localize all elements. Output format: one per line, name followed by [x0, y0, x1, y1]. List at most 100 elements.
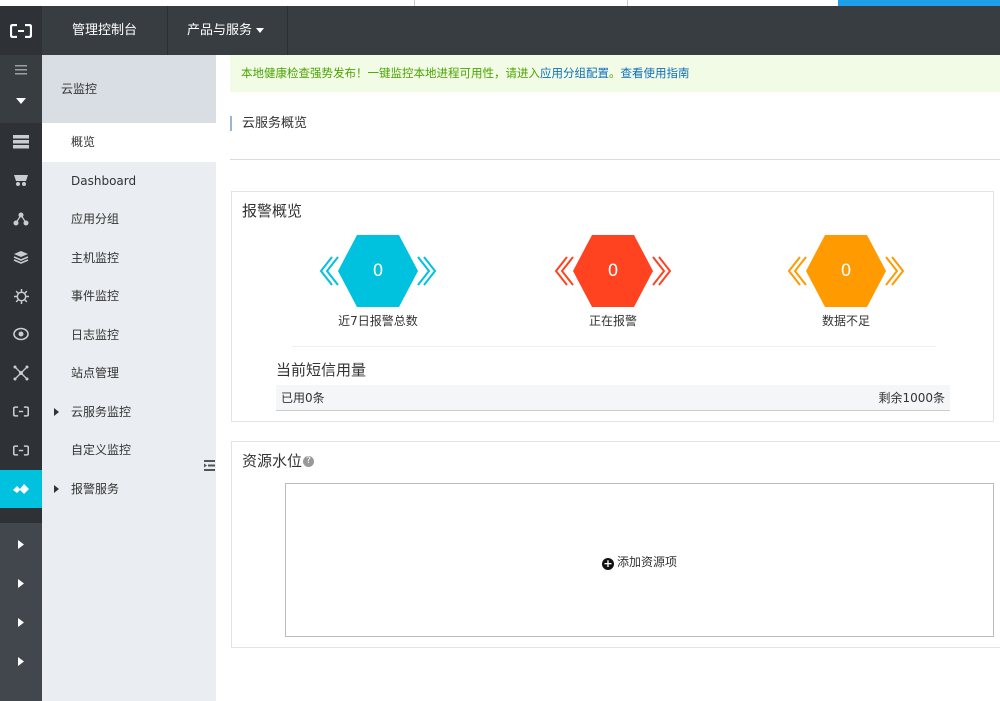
- rail-database-button[interactable]: [0, 161, 42, 199]
- app-group-config-link[interactable]: 应用分组配置: [540, 66, 609, 80]
- notice-separator: 。: [609, 66, 621, 80]
- rail-network-button[interactable]: [0, 200, 42, 238]
- network-icon: [13, 212, 29, 226]
- products-services-menu[interactable]: 产品与服务: [168, 6, 288, 55]
- cloud-monitor-icon: [13, 484, 29, 494]
- usage-guide-link[interactable]: 查看使用指南: [621, 66, 690, 80]
- resource-level-panel: 资源水位? + 添加资源项: [231, 441, 1000, 648]
- rail-storage-button[interactable]: [0, 238, 42, 276]
- submenu-title: 云监控: [42, 55, 216, 123]
- stat-alarms-7days[interactable]: 0 近7日报警总数: [318, 235, 438, 329]
- chevron-down-icon: [256, 28, 265, 33]
- add-resource-button[interactable]: + 添加资源项: [602, 553, 677, 570]
- submenu-item-label: 云服务监控: [71, 404, 132, 419]
- console-home-label: 管理控制台: [71, 23, 137, 38]
- submenu-item-label: 自定义监控: [71, 443, 132, 457]
- rail-cloudmonitor-button[interactable]: [0, 470, 42, 508]
- alarm-overview-title: 报警概览: [242, 202, 303, 220]
- stat-label: 近7日报警总数: [338, 314, 418, 328]
- resource-level-title-text: 资源水位: [242, 452, 303, 470]
- alarm-overview-panel: 报警概览 0 近7日报警总数 0 正在报警 0 数据不足 当前短信用量 已用0条…: [231, 191, 994, 422]
- page-title: 云服务概览: [230, 116, 307, 131]
- submenu-item-label: Dashboard: [71, 173, 137, 188]
- submenu-item-overview[interactable]: 概览: [42, 123, 216, 162]
- expand-arrow-icon: [54, 407, 59, 416]
- rail-nodes-button[interactable]: [0, 354, 42, 392]
- stat-value: 0: [607, 261, 619, 281]
- submenu-item-label: 站点管理: [71, 366, 120, 380]
- submenu-item-cloud-service-monitor[interactable]: 云服务监控: [42, 393, 216, 432]
- rail-expand-button[interactable]: [0, 85, 42, 117]
- server-icon: [13, 135, 29, 149]
- rail-collapsed-groups: [0, 523, 42, 701]
- submenu-collapse-handle[interactable]: [201, 445, 217, 485]
- rail-group-expand-4[interactable]: [0, 642, 42, 680]
- collapse-menu-icon: [203, 459, 215, 471]
- hamburger-icon: [15, 65, 27, 75]
- rail-aliyun-button[interactable]: [0, 392, 42, 430]
- secondary-menu: 云监控 概览 Dashboard 应用分组 主机监控 事件监控 日志监控 站点管…: [42, 55, 216, 701]
- chevron-right-icon: [18, 539, 24, 549]
- aliyun-bracket-icon: [13, 405, 29, 417]
- stat-value: 0: [840, 261, 852, 281]
- submenu-item-custom-monitor[interactable]: 自定义监控: [42, 431, 216, 470]
- stat-label: 数据不足: [821, 314, 870, 328]
- submenu-item-label: 应用分组: [71, 212, 120, 226]
- rail-aliyun-button-2[interactable]: [0, 431, 42, 469]
- rail-group-expand-3[interactable]: [0, 603, 42, 641]
- expand-arrow-icon: [54, 484, 59, 493]
- sms-divider: [292, 346, 936, 347]
- notice-text: 本地健康检查强势发布！一键监控本地进程可用性，请进入: [241, 66, 540, 80]
- submenu-item-dashboard[interactable]: Dashboard: [42, 162, 216, 201]
- submenu-item-alarm-service[interactable]: 报警服务: [42, 470, 216, 509]
- database-icon: [14, 175, 28, 186]
- help-icon[interactable]: ?: [303, 456, 315, 467]
- rail-group-expand-1[interactable]: [0, 525, 42, 563]
- chevron-right-icon: [18, 656, 24, 666]
- title-divider: [230, 159, 1000, 160]
- submenu-item-label: 报警服务: [71, 481, 120, 496]
- submenu-item-site-management[interactable]: 站点管理: [42, 354, 216, 393]
- notice-banner: 本地健康检查强势发布！一键监控本地进程可用性，请进入应用分组配置。查看使用指南: [230, 55, 1000, 92]
- layers-icon: [13, 251, 29, 264]
- resource-level-title: 资源水位?: [242, 450, 315, 471]
- submenu-item-label: 日志监控: [71, 327, 120, 342]
- sms-remaining-count: 剩余1000条: [878, 391, 945, 405]
- rail-monitor-button[interactable]: [0, 315, 42, 353]
- top-header: 管理控制台 产品与服务: [0, 6, 1000, 55]
- chevron-right-icon: [18, 617, 24, 627]
- stat-alarming-now[interactable]: 0 正在报警: [553, 235, 673, 329]
- nodes-icon: [13, 365, 29, 381]
- sms-usage-title: 当前短信用量: [276, 361, 367, 379]
- aliyun-bracket-icon: [13, 444, 29, 456]
- rail-settings-button[interactable]: [0, 277, 42, 315]
- console-home-link[interactable]: 管理控制台: [42, 6, 168, 55]
- stat-value: 0: [372, 261, 384, 281]
- submenu-item-host-monitor[interactable]: 主机监控: [42, 239, 216, 278]
- rail-group-expand-2[interactable]: [0, 564, 42, 602]
- menu-toggle-button[interactable]: [0, 55, 42, 85]
- products-services-label: 产品与服务: [187, 23, 253, 38]
- aliyun-logo[interactable]: [0, 6, 42, 55]
- sms-usage-bar: 已用0条 剩余1000条: [276, 385, 950, 411]
- add-resource-box: + 添加资源项: [285, 483, 994, 637]
- gear-icon: [13, 288, 29, 304]
- submenu-item-label: 事件监控: [71, 289, 120, 303]
- submenu-item-event-monitor[interactable]: 事件监控: [42, 277, 216, 316]
- stat-label: 正在报警: [588, 314, 637, 328]
- sms-used-count: 已用0条: [281, 391, 325, 405]
- rail-ecs-button[interactable]: [0, 123, 42, 161]
- caret-down-icon: [16, 98, 26, 104]
- eye-icon: [13, 327, 29, 341]
- submenu-item-app-groups[interactable]: 应用分组: [42, 200, 216, 239]
- main-content: 本地健康检查强势发布！一键监控本地进程可用性，请进入应用分组配置。查看使用指南 …: [216, 55, 1000, 701]
- chevron-right-icon: [18, 578, 24, 588]
- plus-circle-icon: +: [602, 557, 614, 570]
- icon-rail: [0, 55, 42, 701]
- aliyun-logo-icon: [10, 23, 32, 38]
- submenu-item-log-monitor[interactable]: 日志监控: [42, 316, 216, 355]
- submenu-item-label: 概览: [71, 135, 96, 149]
- add-resource-label: 添加资源项: [617, 555, 678, 569]
- submenu-item-label: 主机监控: [71, 250, 120, 265]
- stat-insufficient-data[interactable]: 0 数据不足: [786, 235, 906, 329]
